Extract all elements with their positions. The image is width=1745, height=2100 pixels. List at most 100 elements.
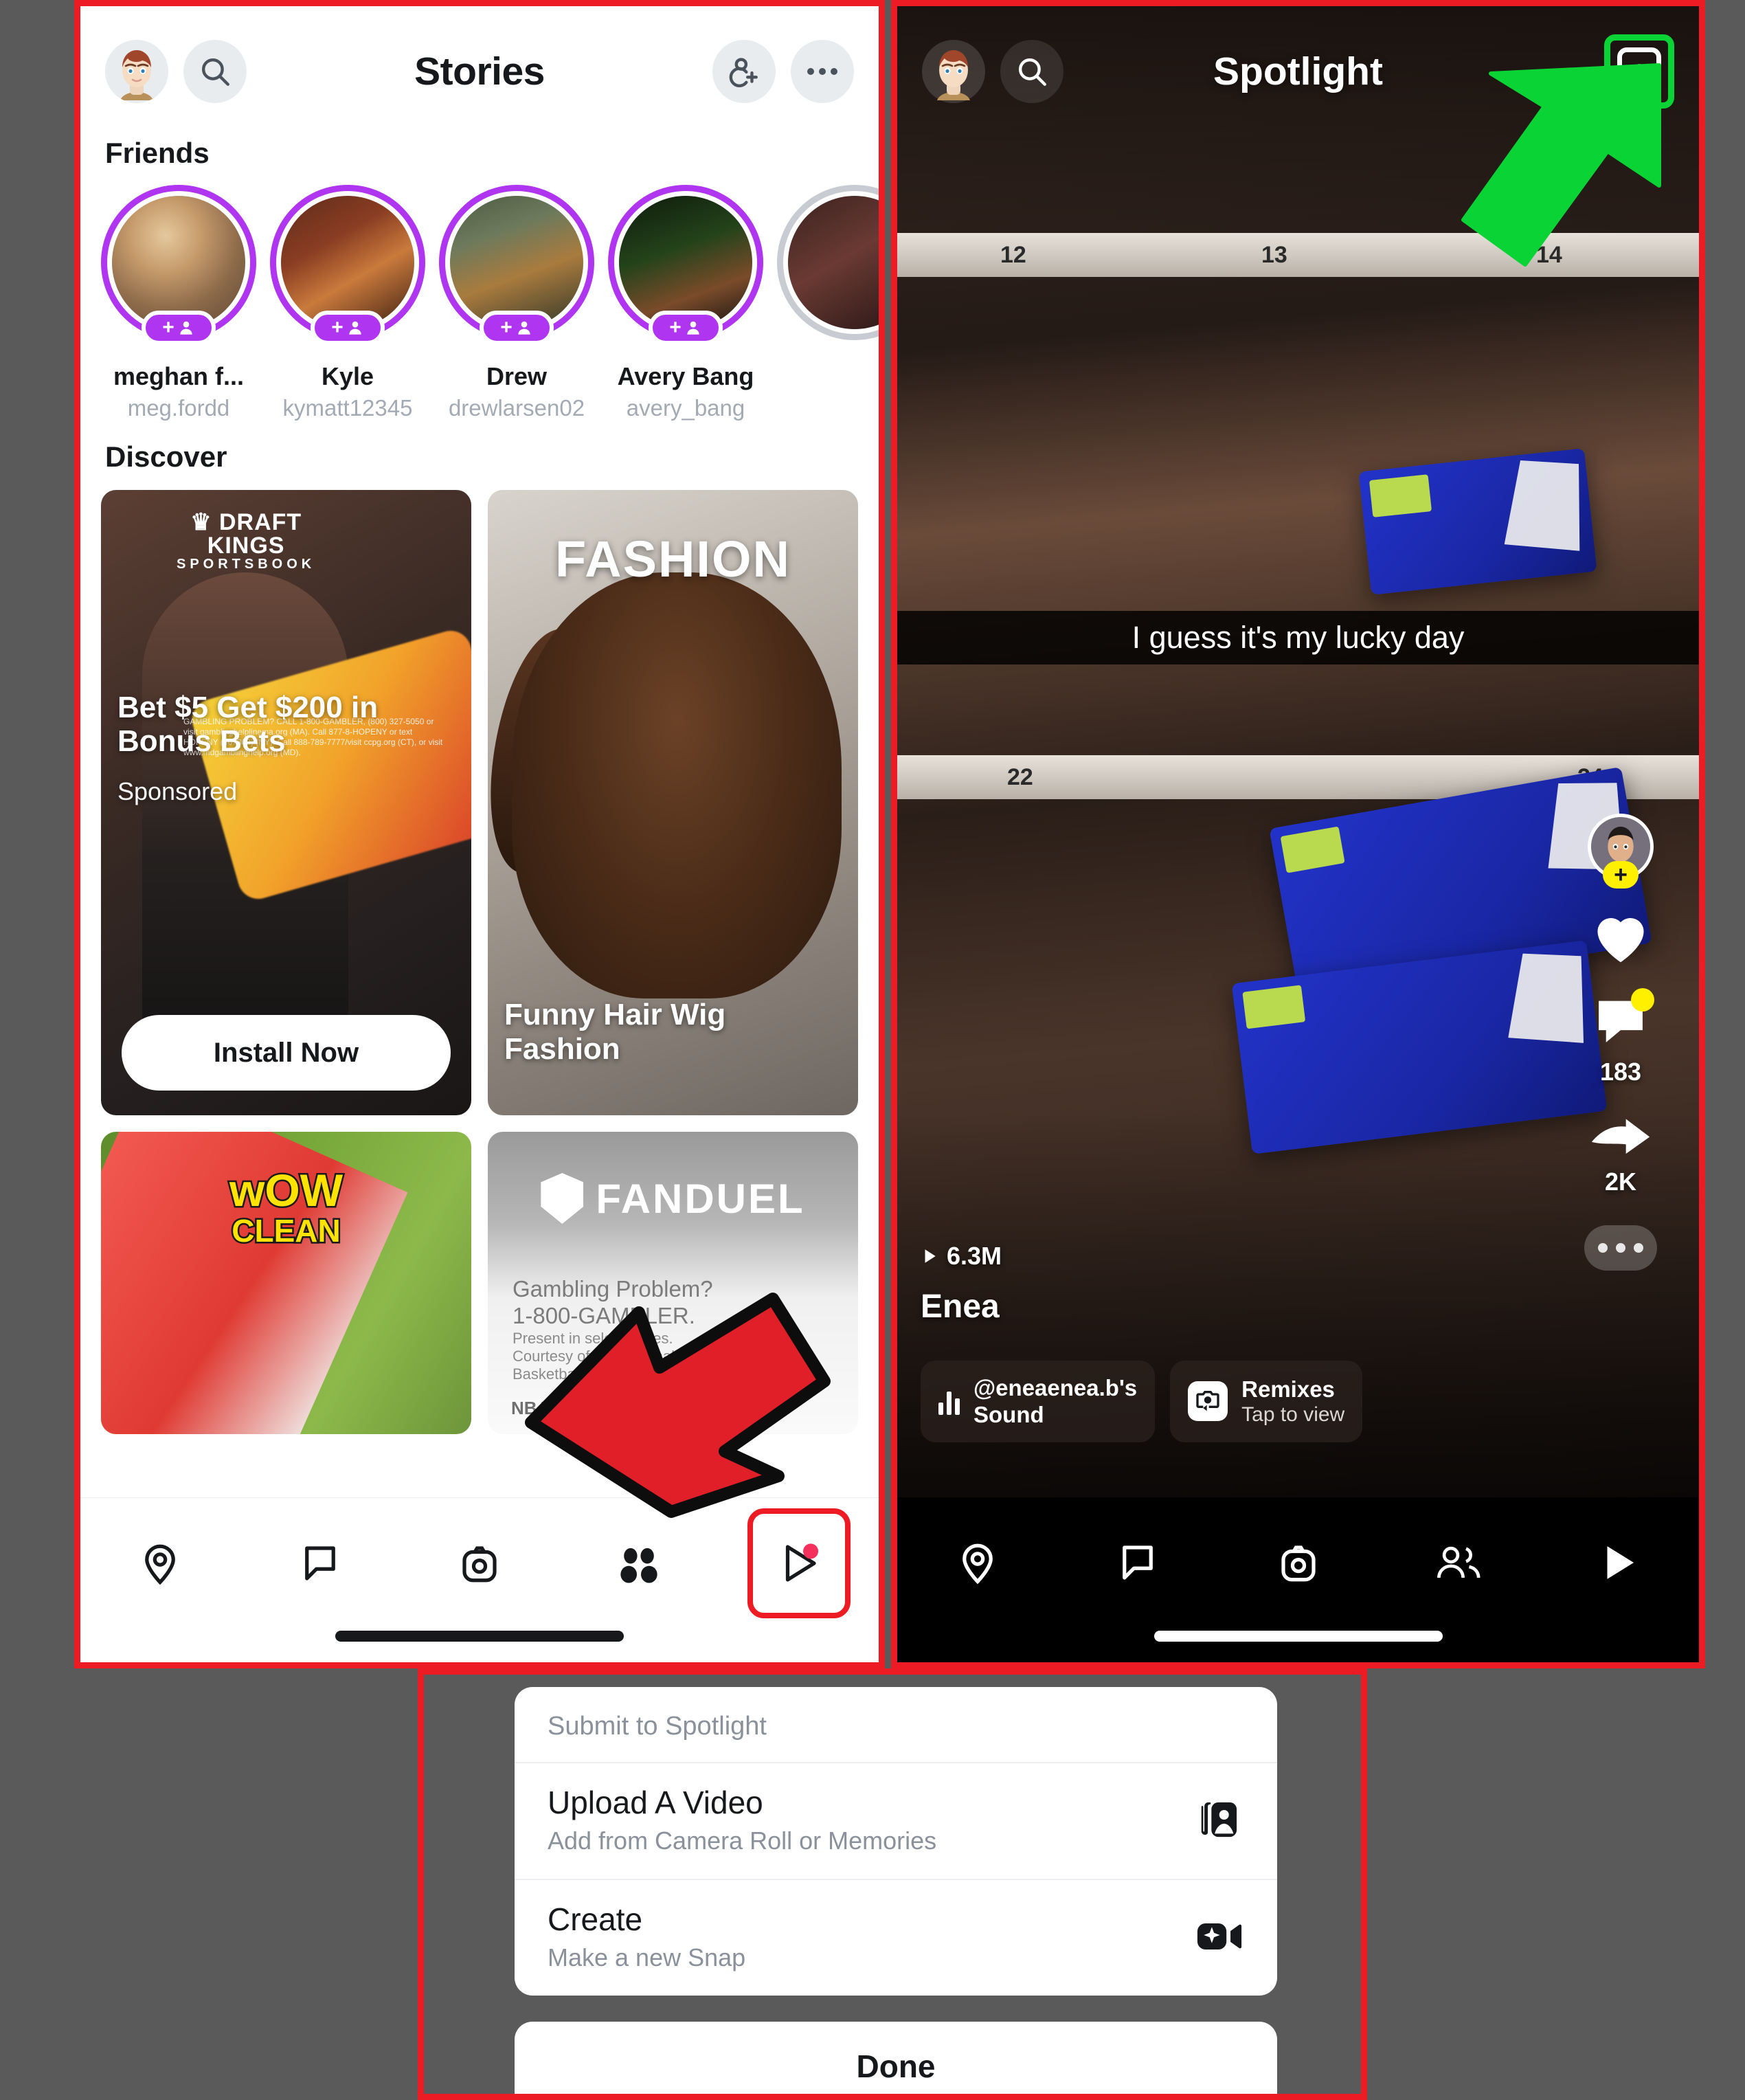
draftkings-logo: ♛ DRAFT KINGS SPORTSBOOK [177,509,316,572]
tab-chat[interactable] [240,1519,399,1608]
friend-thumbnail [619,196,752,329]
friend-thumbnail [788,196,879,329]
video-chips: @eneaenea.b's Sound Remixes Tap to view [921,1360,1363,1442]
sticker-line-2: CLEAN [230,1212,342,1249]
search-icon[interactable] [1000,40,1063,103]
friend-story-item-partial[interactable] [777,185,879,421]
row-title: Create [548,1901,643,1937]
tab-stories[interactable] [1378,1518,1538,1607]
shelf-number: 12 [1000,241,1026,268]
sticker-line-1: wOW [228,1165,345,1216]
add-friend-badge[interactable]: + [311,311,385,345]
shelf-number: 13 [1261,241,1287,268]
friend-thumbnail [450,196,583,329]
comment-count: 183 [1599,1058,1642,1086]
add-friend-badge[interactable]: + [649,311,723,345]
action-sheet: Submit to Spotlight Upload A Video Add f… [515,1687,1277,2094]
spotlight-action-rail: + 183 2K [1566,814,1676,1271]
friend-display-name: Kyle [321,362,374,390]
more-options-button[interactable] [1584,1225,1657,1271]
done-button[interactable]: Done [515,2022,1277,2094]
more-options-icon[interactable] [791,40,854,103]
red-arrow-annotation [525,1293,831,1518]
friends-row[interactable]: + meghan f... meg.fordd + Kyle kymatt123… [80,185,879,421]
tab-spotlight[interactable] [719,1508,879,1618]
add-friend-badge[interactable]: + [480,311,554,345]
home-indicator [1153,1631,1443,1642]
remixes-chip-line-2: Tap to view [1241,1403,1345,1427]
fanduel-wordmark: FANDUEL [596,1175,805,1222]
screenshot-stage: Stories Friends + meghan f... meg.fordd … [0,0,1745,2100]
spotlight-play-icon [785,1543,818,1582]
friend-thumbnail [281,196,414,329]
discover-card-fashion[interactable]: FASHION Funny Hair Wig Fashion [488,490,858,1115]
heart-icon [1597,917,1644,963]
upload-a-video-row[interactable]: Upload A Video Add from Camera Roll or M… [515,1762,1277,1879]
friend-username: meg.fordd [127,395,230,421]
unread-dot-icon [1631,988,1654,1012]
remix-icon [1188,1381,1228,1422]
spotlight-play-icon [1607,1546,1634,1579]
bottom-tabbar [80,1497,879,1662]
friend-username: kymatt12345 [282,395,413,421]
fanduel-shield-icon [541,1173,584,1224]
green-arrow-annotation [1461,63,1661,267]
card-sponsored-label: Sponsored [117,777,238,805]
friend-thumbnail [112,196,245,329]
add-friend-badge[interactable]: + [142,311,216,345]
video-author[interactable]: Enea [921,1288,1000,1326]
friend-display-name: Avery Bang [617,362,754,390]
like-button[interactable] [1589,908,1652,965]
sound-chip-line-2: Sound [973,1402,1044,1428]
row-title: Upload A Video [548,1785,763,1820]
friend-story-item[interactable]: + meghan f... meg.fordd [101,185,256,421]
comment-button[interactable]: 183 [1591,988,1654,1086]
fashion-overlay-word: FASHION [555,530,791,588]
sheet-header-label: Submit to Spotlight [548,1712,767,1741]
subscribe-plus-badge[interactable]: + [1603,861,1639,889]
search-icon[interactable] [183,40,247,103]
friend-display-name: meghan f... [113,362,245,390]
bottom-tabbar [897,1497,1699,1662]
tab-camera[interactable] [1218,1518,1378,1607]
bitmoji-avatar[interactable] [922,40,985,103]
shelf-number: 22 [1007,763,1033,790]
friend-display-name: Drew [486,362,548,390]
photo-library-icon [1195,1795,1244,1844]
friend-story-item[interactable]: + Drew drewlarsen02 [439,185,594,421]
tab-chat[interactable] [1057,1518,1217,1607]
spotlight-tab-highlight [747,1508,851,1618]
view-count: 6.3M [921,1242,1002,1271]
friend-username: avery_bang [626,395,745,421]
bitmoji-avatar[interactable] [105,40,168,103]
create-row[interactable]: Create Make a new Snap [515,1879,1277,1996]
share-button[interactable]: 2K [1589,1115,1652,1196]
discover-card-sponsored[interactable]: ♛ DRAFT KINGS SPORTSBOOK GAMBLING PROBLEM… [101,490,471,1115]
friends-section-title: Friends [105,137,210,169]
tab-camera[interactable] [400,1519,559,1608]
remixes-chip[interactable]: Remixes Tap to view [1170,1360,1363,1442]
sound-chip[interactable]: @eneaenea.b's Sound [921,1360,1156,1442]
wow-clean-sticker: wOW CLEAN [101,1165,471,1249]
friend-story-item[interactable]: + Kyle kymatt12345 [270,185,425,421]
remixes-chip-line-1: Remixes [1241,1376,1335,1402]
tab-map[interactable] [80,1519,240,1608]
discover-card-wow-clean[interactable]: wOW CLEAN [101,1132,471,1434]
subscribe-button[interactable]: + [1588,814,1654,889]
tab-spotlight[interactable] [1539,1518,1699,1607]
row-subtitle: Make a new Snap [548,1943,746,1971]
add-friend-icon[interactable] [712,40,776,103]
install-now-button[interactable]: Install Now [122,1015,451,1091]
friend-story-item[interactable]: + Avery Bang avery_bang [608,185,763,421]
tab-stories[interactable] [559,1519,719,1608]
card-title: Funny Hair Wig Fashion [504,998,726,1066]
home-indicator [335,1631,624,1642]
view-count-text: 6.3M [947,1242,1002,1270]
tab-map[interactable] [897,1518,1057,1607]
subscribe-avatar-icon[interactable]: + [1588,814,1654,889]
row-subtitle: Add from Camera Roll or Memories [548,1827,937,1855]
share-count: 2K [1604,1168,1637,1196]
new-video-icon [1195,1912,1244,1961]
more-options-icon[interactable] [1584,1225,1657,1271]
fanduel-logo: FANDUEL [488,1173,858,1224]
